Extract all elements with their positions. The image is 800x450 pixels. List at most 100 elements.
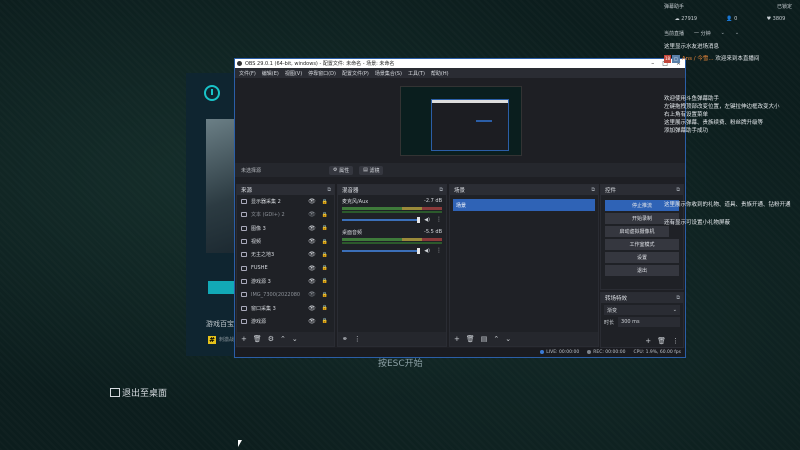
source-name: IMG_7300(2022080 xyxy=(251,291,301,298)
remove-icon[interactable]: 🗑 xyxy=(253,335,262,343)
chat-message: 还有显示可设置小礼物屏蔽 xyxy=(664,220,731,226)
chat-message: 欢迎使用斗鱼弹幕助手 xyxy=(664,96,720,102)
filter-icon[interactable]: ▤ xyxy=(481,335,488,343)
eye-icon[interactable]: 👁 xyxy=(308,318,316,325)
tab-minute[interactable]: 一 分钟 xyxy=(694,30,711,37)
lock-icon[interactable]: 🔒 xyxy=(322,252,328,258)
lock-status[interactable]: 已锁定 xyxy=(777,3,792,10)
eye-icon[interactable]: 👁 xyxy=(308,291,316,298)
source-item[interactable]: 显示器采集 2 👁 🔒 xyxy=(237,195,334,208)
menu-view[interactable]: 视图(V) xyxy=(285,70,302,77)
more-icon[interactable]: ⋮ xyxy=(354,335,361,343)
obs-window[interactable]: OBS 29.0.1 (64-bit, windows) - 配置文件: 未命名… xyxy=(234,58,686,358)
source-type-icon xyxy=(241,225,247,231)
speaker-icon[interactable]: ◀) xyxy=(424,217,430,223)
more-icon[interactable]: ⋮ xyxy=(436,216,442,223)
lock-icon[interactable]: 🔒 xyxy=(322,318,328,324)
chat-message: 右上角有设置菜单 xyxy=(664,112,709,118)
menu-profile[interactable]: 配置文件(P) xyxy=(342,70,369,77)
source-type-icon xyxy=(241,318,247,324)
menu-edit[interactable]: 编辑(E) xyxy=(262,70,279,77)
eye-icon[interactable]: 👁 xyxy=(308,211,316,218)
mixer-footer: ⚭ ⋮ xyxy=(338,332,446,346)
remove-icon[interactable]: 🗑 xyxy=(466,335,475,343)
eye-icon[interactable]: 👁 xyxy=(308,251,316,258)
undock-icon[interactable]: ⧉ xyxy=(439,187,443,193)
lock-icon[interactable]: 🔒 xyxy=(322,292,328,298)
properties-button[interactable]: ⚙ 属性 xyxy=(329,165,354,175)
filters-button[interactable]: ▤ 滤镜 xyxy=(359,165,384,175)
gear-icon[interactable]: ⚙ xyxy=(268,335,274,343)
volume-slider[interactable] xyxy=(342,216,421,223)
source-item[interactable]: 窗口采集 3 👁 🔒 xyxy=(237,301,334,314)
menu-tools[interactable]: 工具(T) xyxy=(408,70,425,77)
move-up-icon[interactable]: ⌃ xyxy=(493,335,499,343)
speaker-icon[interactable]: ◀) xyxy=(424,248,430,254)
menu-scene-collection[interactable]: 场景集合(S) xyxy=(375,70,402,77)
lock-icon[interactable]: 🔒 xyxy=(322,225,328,231)
eye-icon[interactable]: 👁 xyxy=(308,265,316,272)
tab-current-live[interactable]: 当前直播 xyxy=(664,30,684,37)
more-icon[interactable]: ⋮ xyxy=(436,247,442,254)
source-type-icon xyxy=(241,212,247,218)
add-icon[interactable]: + xyxy=(454,335,460,343)
add-icon[interactable]: + xyxy=(645,337,651,345)
lock-icon[interactable]: 🔒 xyxy=(322,305,328,311)
eye-icon[interactable]: 👁 xyxy=(308,278,316,285)
undock-icon[interactable]: ⧉ xyxy=(591,187,595,193)
source-type-icon xyxy=(241,265,247,271)
link-icon[interactable]: ⚭ xyxy=(342,335,348,343)
chat-message: 添加弹幕助手成功 xyxy=(664,128,709,134)
move-down-icon[interactable]: ⌄ xyxy=(292,335,298,343)
source-type-icon xyxy=(241,278,247,284)
chevron-icon[interactable]: ⌄ xyxy=(735,30,739,37)
menu-help[interactable]: 帮助(H) xyxy=(431,70,449,77)
eye-icon[interactable]: 👁 xyxy=(308,198,316,205)
move-up-icon[interactable]: ⌃ xyxy=(280,335,286,343)
move-down-icon[interactable]: ⌄ xyxy=(505,335,511,343)
source-item[interactable]: 游戏源 👁 🔒 xyxy=(237,315,334,328)
menu-file[interactable]: 文件(F) xyxy=(239,70,256,77)
scenes-footer: + 🗑 ▤ ⌃ ⌄ xyxy=(450,332,598,346)
mixer-header: 混音器 xyxy=(342,188,359,194)
source-item[interactable]: 游戏源 3 👁 🔒 xyxy=(237,275,334,288)
exit-icon xyxy=(110,388,120,397)
add-icon[interactable]: + xyxy=(241,335,247,343)
lock-icon[interactable]: 🔒 xyxy=(322,199,328,205)
undock-icon[interactable]: ⧉ xyxy=(327,187,331,193)
source-item[interactable]: 视频 👁 🔒 xyxy=(237,235,334,248)
source-item[interactable]: 文本 (GDI+) 2 👁 🔒 xyxy=(237,208,334,221)
eye-icon[interactable]: 👁 xyxy=(308,238,316,245)
lock-icon[interactable]: 🔒 xyxy=(322,239,328,245)
eye-icon[interactable]: 👁 xyxy=(308,225,316,232)
no-source-label: 未选择源 xyxy=(241,167,262,174)
lock-icon[interactable]: 🔒 xyxy=(322,212,328,218)
stat-users: 👤 0 xyxy=(726,16,738,22)
lock-icon[interactable]: 🔒 xyxy=(322,278,328,284)
source-item[interactable]: IMG_7300(2022080 👁 🔒 xyxy=(237,288,334,301)
volume-slider[interactable] xyxy=(342,247,421,254)
source-name: 显示器采集 2 xyxy=(251,199,281,206)
controls-header: 控件 xyxy=(605,188,617,194)
chevron-icon[interactable]: ⌄ xyxy=(721,30,725,37)
mixer-dock: 混音器 ⧉ 麦克风/Aux -2.7 dB ◀) ⋮ 桌面音频 -5.5 dB ◀) ⋮ … xyxy=(337,184,447,347)
source-item[interactable]: FUSHE 👁 🔒 xyxy=(237,261,334,274)
source-item[interactable]: 图像 3 👁 🔒 xyxy=(237,222,334,235)
eye-icon[interactable]: 👁 xyxy=(308,305,316,312)
source-name: 游戏源 3 xyxy=(251,278,271,285)
app-section-title: 游戏百宝 xyxy=(206,320,234,328)
source-item[interactable]: 无主之地3 👁 🔒 xyxy=(237,248,334,261)
minimize-icon[interactable]: – xyxy=(651,60,654,67)
chat-message: 这里展示弹幕、贵族续费、粉丝牌升级等 xyxy=(664,120,764,126)
obs-titlebar[interactable]: OBS 29.0.1 (64-bit, windows) - 配置文件: 未命名… xyxy=(235,59,685,68)
scene-item[interactable]: 场景 xyxy=(453,199,595,211)
obs-preview[interactable] xyxy=(400,86,522,156)
menu-docks[interactable]: 停靠窗口(D) xyxy=(308,70,336,77)
rec-status: REC: 00:00:00 xyxy=(587,350,626,355)
exit-to-desktop-button[interactable]: 退出至桌面 xyxy=(110,386,167,399)
lock-icon[interactable]: 🔒 xyxy=(322,265,328,271)
sources-dock: 来源 ⧉ 显示器采集 2 👁 🔒 文本 (GDI+) 2 👁 🔒 图像 3 👁 🔒 视频 👁 🔒 无主之地… xyxy=(236,184,335,347)
stat-likes: ♥ 3809 xyxy=(766,16,786,22)
mouse-cursor-icon xyxy=(238,440,242,447)
obs-logo-icon xyxy=(237,61,242,66)
